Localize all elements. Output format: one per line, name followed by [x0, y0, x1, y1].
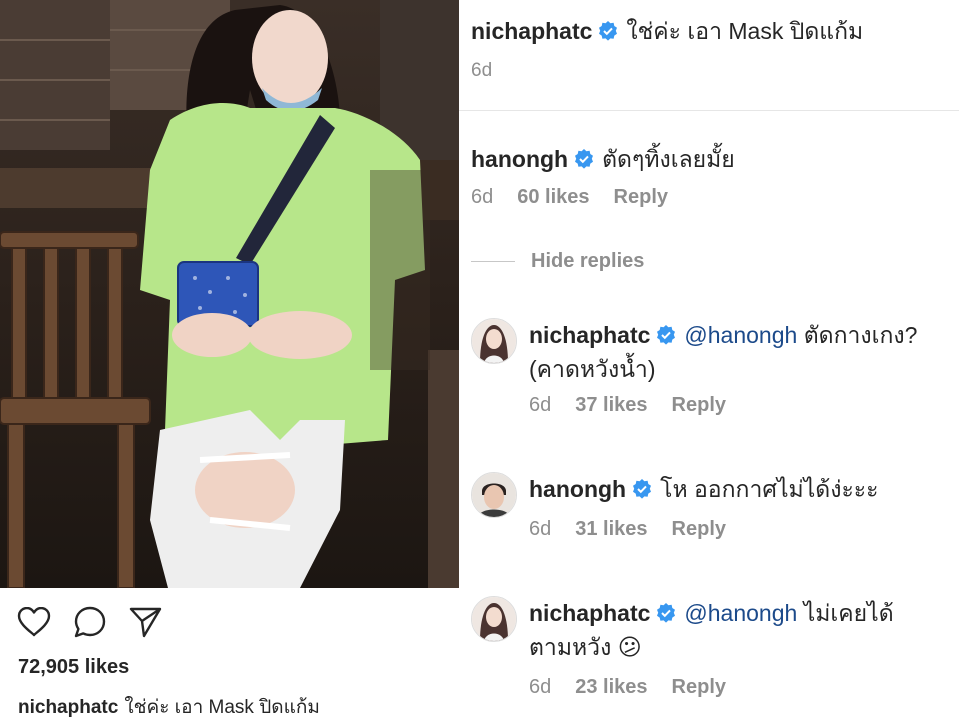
reply-text: ตัดกางเกง? [803, 322, 918, 348]
avatar[interactable] [471, 596, 517, 642]
owner-caption: nichaphatc ใช่ค่ะ เอา Mask ปิดแก้ม [471, 14, 863, 50]
post-actions [16, 604, 164, 640]
verified-badge-icon [598, 20, 618, 41]
reply-likes[interactable]: 23 likes [575, 676, 647, 699]
reply-meta: 6d 31 likes Reply [529, 518, 726, 541]
comment-username[interactable]: hanongh [471, 146, 568, 172]
reply-content: nichaphatc @hanongh ไม่เคยได้ ตามหวัง 😕 [529, 596, 949, 664]
reply-content: hanongh โห ออกกาศไม่ได้ง่ะะะ [529, 472, 949, 506]
hide-replies-label: Hide replies [531, 250, 645, 272]
reply-likes[interactable]: 31 likes [575, 518, 647, 541]
reply-content: nichaphatc @hanongh ตัดกางเกง? (คาดหวังน้… [529, 318, 949, 386]
verified-badge-icon [656, 598, 676, 623]
hide-replies-line [471, 261, 515, 262]
owner-username[interactable]: nichaphatc [471, 18, 592, 44]
owner-caption-text: ใช่ค่ะ เอา Mask ปิดแก้ม [626, 18, 864, 44]
verified-badge-icon [656, 320, 676, 345]
reply-likes[interactable]: 37 likes [575, 394, 647, 417]
post-photo-illustration [0, 0, 459, 588]
reply-text-line2: ตามหวัง 😕 [529, 634, 642, 660]
reply-username[interactable]: nichaphatc [529, 322, 650, 348]
post-timestamp: 6d [471, 60, 493, 81]
reply-button[interactable]: Reply [672, 676, 726, 699]
comment-meta: 6d 60 likes Reply [471, 186, 668, 209]
mention-link[interactable]: @hanongh [684, 322, 797, 348]
reply-text: ไม่เคยได้ [803, 600, 894, 626]
hide-replies-button[interactable]: Hide replies [471, 250, 644, 273]
caption-text: ใช่ค่ะ เอา Mask ปิดแก้ม [124, 697, 320, 718]
reply-username[interactable]: hanongh [529, 476, 626, 502]
divider [459, 110, 959, 111]
send-icon[interactable] [128, 604, 164, 640]
verified-badge-icon [632, 474, 652, 499]
heart-icon[interactable] [16, 604, 52, 640]
comment-time: 6d [471, 186, 494, 208]
comment-item: hanongh ตัดๆทิ้งเลยมั้ย [471, 142, 735, 178]
reply-text: โห ออกกาศไม่ได้ง่ะะะ [660, 476, 879, 502]
reply-button[interactable]: Reply [672, 394, 726, 417]
comments-panel: nichaphatc ใช่ค่ะ เอา Mask ปิดแก้ม 6d han… [459, 0, 959, 720]
post-footer: 72,905 likes nichaphatc ใช่ค่ะ เอา Mask ป… [0, 588, 459, 720]
mention-link[interactable]: @hanongh [684, 600, 797, 626]
likes-count[interactable]: 72,905 likes [18, 656, 129, 679]
post-caption: nichaphatc ใช่ค่ะ เอา Mask ปิดแก้ม [18, 692, 320, 722]
post-photo[interactable] [0, 0, 459, 588]
verified-badge-icon [574, 148, 594, 169]
avatar[interactable] [471, 472, 517, 518]
reply-username[interactable]: nichaphatc [529, 600, 650, 626]
reply-meta: 6d 37 likes Reply [529, 394, 726, 417]
avatar[interactable] [471, 318, 517, 364]
reply-time: 6d [529, 394, 552, 416]
comment-text: ตัดๆทิ้งเลยมั้ย [602, 146, 735, 172]
reply-button[interactable]: Reply [672, 518, 726, 541]
reply-time: 6d [529, 676, 552, 698]
reply-text-line2: (คาดหวังน้ำ) [529, 356, 656, 382]
caption-username[interactable]: nichaphatc [18, 697, 118, 718]
reply-time: 6d [529, 518, 552, 540]
comment-icon[interactable] [72, 604, 108, 640]
reply-button[interactable]: Reply [614, 186, 668, 209]
reply-meta: 6d 23 likes Reply [529, 676, 726, 699]
comment-likes[interactable]: 60 likes [517, 186, 589, 209]
